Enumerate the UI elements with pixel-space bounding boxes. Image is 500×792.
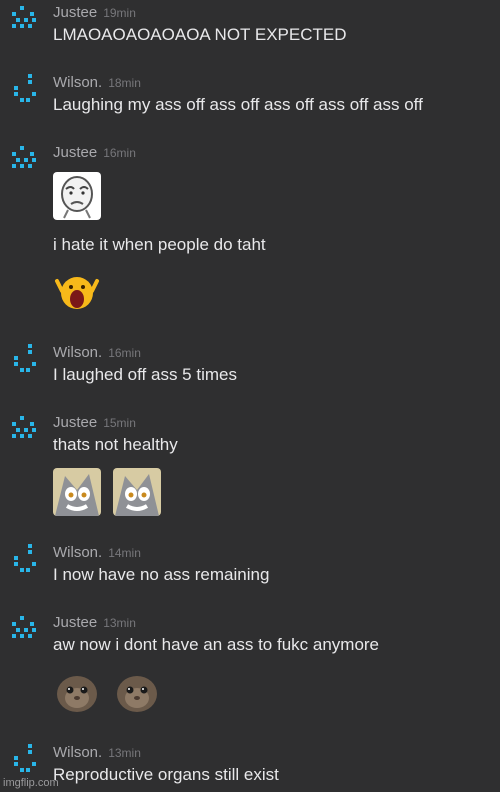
okay-face-icon [61, 176, 93, 219]
avatar-justee[interactable] [10, 414, 38, 442]
author-name[interactable]: Wilson. 18min [53, 74, 141, 91]
okay-face-emoji[interactable] [53, 172, 101, 220]
message-text: Reproductive organs still exist [53, 765, 279, 784]
avatar-wilson[interactable] [10, 344, 38, 372]
message-text: LMAOAOAOAOAOA NOT EXPECTED [53, 25, 347, 44]
author-name[interactable]: Wilson. 16min [53, 344, 141, 361]
hamster-emoji[interactable] [113, 668, 161, 716]
author-label: Justee [53, 614, 98, 631]
message-8: Justee 13min aw now i dont have an ass to… [0, 614, 500, 724]
author-label: Justee [53, 144, 98, 161]
avatar-justee[interactable] [10, 144, 38, 172]
message-text: thats not healthy [53, 435, 178, 454]
author-name[interactable]: Justee 13min [53, 614, 136, 631]
screaming-face-emoji[interactable] [53, 267, 101, 315]
avatar-wilson[interactable] [10, 544, 38, 572]
message-1: Justee 19min LMAOAOAOAOAOA NOT EXPECTED [0, 4, 500, 44]
author-label: Wilson. [53, 74, 103, 91]
avatar-wilson[interactable] [10, 744, 38, 772]
author-name[interactable]: Wilson. 14min [53, 544, 141, 561]
author-label: Justee [53, 414, 98, 431]
timestamp: 16min [108, 346, 141, 360]
avatar-justee[interactable] [10, 4, 38, 32]
message-7: Wilson. 14min I now have no ass remaining [0, 544, 500, 584]
author-name[interactable]: Justee 16min [53, 144, 136, 161]
avatar-justee[interactable] [10, 614, 38, 642]
timestamp: 13min [108, 746, 141, 760]
author-label: Wilson. [53, 544, 103, 561]
message-text: I laughed off ass 5 times [53, 365, 237, 384]
message-4: i hate it when people do taht [0, 215, 500, 254]
timestamp: 15min [103, 416, 136, 430]
message-text: I now have no ass remaining [53, 565, 270, 584]
timestamp: 16min [103, 146, 136, 160]
avatar-wilson[interactable] [10, 74, 38, 102]
message-text: i hate it when people do taht [53, 235, 266, 254]
message-6: Justee 15min thats not healthy [0, 414, 500, 524]
message-9: Wilson. 13min Reproductive organs still e… [0, 744, 500, 784]
message-text: aw now i dont have an ass to fukc anymor… [53, 635, 380, 654]
author-label: Justee [53, 4, 98, 21]
timestamp: 19min [103, 6, 136, 20]
author-name[interactable]: Justee 19min [53, 4, 136, 21]
timestamp: 14min [108, 546, 141, 560]
message-2: Wilson. 18min Laughing my ass off ass off… [0, 74, 500, 114]
author-name[interactable]: Wilson. 13min [53, 744, 141, 761]
screaming-face-icon [55, 277, 99, 309]
author-label: Wilson. [53, 344, 103, 361]
message-text: Laughing my ass off ass off ass off ass … [53, 95, 423, 114]
hamster-icon [57, 676, 97, 712]
tom-cat-icon [55, 474, 99, 516]
tom-cat-emoji[interactable] [113, 468, 161, 516]
author-label: Wilson. [53, 744, 103, 761]
tom-cat-emoji[interactable] [53, 468, 101, 516]
timestamp: 18min [108, 76, 141, 90]
message-5: Wilson. 16min I laughed off ass 5 times [0, 344, 500, 384]
hamster-emoji[interactable] [53, 668, 101, 716]
author-name[interactable]: Justee 15min [53, 414, 136, 431]
timestamp: 13min [103, 616, 136, 630]
hamster-icon [117, 676, 157, 712]
imgflip-watermark: imgflip.com [3, 777, 59, 789]
tom-cat-icon [115, 474, 159, 516]
